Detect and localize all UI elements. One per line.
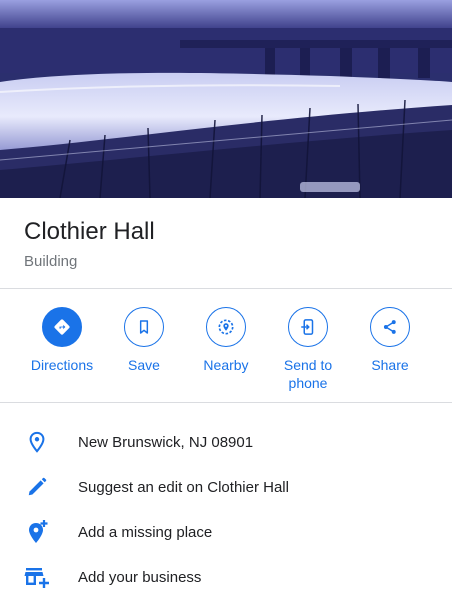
action-bar: Directions Save Nearby Send to phone Sha… xyxy=(0,307,452,397)
add-missing-place-text: Add a missing place xyxy=(78,523,213,541)
pencil-icon xyxy=(24,474,50,500)
nearby-icon xyxy=(206,307,246,347)
share-button[interactable]: Share xyxy=(350,307,430,374)
nearby-button[interactable]: Nearby xyxy=(186,307,266,374)
directions-icon xyxy=(42,307,82,347)
directions-label: Directions xyxy=(30,357,94,373)
share-icon xyxy=(370,307,410,347)
place-photo[interactable] xyxy=(0,0,452,198)
divider xyxy=(0,288,452,289)
suggest-edit-text: Suggest an edit on Clothier Hall xyxy=(78,478,289,496)
directions-button[interactable]: Directions xyxy=(22,307,102,374)
add-location-icon xyxy=(24,519,50,545)
bookmark-icon xyxy=(124,307,164,347)
place-category: Building xyxy=(24,253,78,270)
divider xyxy=(0,402,452,403)
location-pin-icon xyxy=(24,429,50,455)
add-business-row[interactable]: Add your business xyxy=(0,557,452,597)
add-missing-place-row[interactable]: Add a missing place xyxy=(0,512,452,552)
add-business-text: Add your business xyxy=(78,568,202,586)
place-photo-image xyxy=(0,0,452,198)
send-to-phone-icon xyxy=(288,307,328,347)
place-title: Clothier Hall xyxy=(24,218,155,245)
address-text: New Brunswick, NJ 08901 xyxy=(78,433,254,451)
place-header: Clothier Hall Building xyxy=(24,218,155,272)
send-to-phone-label: Send to phone xyxy=(283,357,333,391)
nearby-label: Nearby xyxy=(203,357,249,373)
add-business-icon xyxy=(24,564,50,590)
save-label: Save xyxy=(128,357,160,373)
share-label: Share xyxy=(371,357,409,373)
save-button[interactable]: Save xyxy=(104,307,184,374)
suggest-edit-row[interactable]: Suggest an edit on Clothier Hall xyxy=(0,467,452,507)
address-row[interactable]: New Brunswick, NJ 08901 xyxy=(0,422,452,462)
send-to-phone-button[interactable]: Send to phone xyxy=(268,307,348,392)
